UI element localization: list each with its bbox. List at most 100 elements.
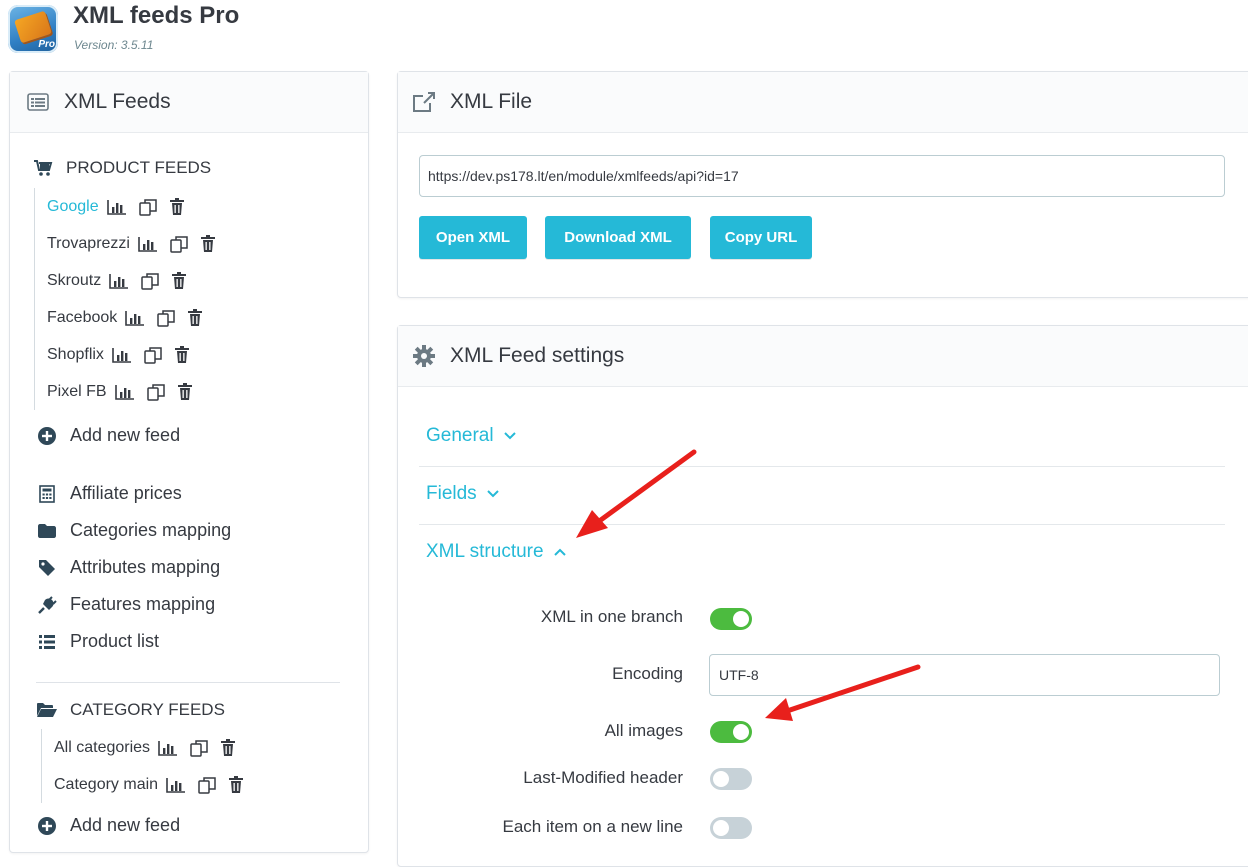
feed-item[interactable]: All categories bbox=[42, 729, 352, 766]
stats-icon[interactable] bbox=[166, 777, 186, 793]
stats-icon[interactable] bbox=[112, 347, 132, 363]
feed-item[interactable]: Pixel FB bbox=[35, 373, 355, 410]
stats-icon[interactable] bbox=[114, 384, 135, 400]
feed-item[interactable]: Trovaprezzi bbox=[35, 225, 355, 262]
duplicate-icon[interactable] bbox=[144, 346, 162, 364]
plus-circle-icon bbox=[36, 816, 58, 835]
add-feed-label[interactable]: Add new feed bbox=[70, 425, 180, 446]
trash-icon[interactable] bbox=[220, 738, 236, 757]
sidebar-item-label[interactable]: Features mapping bbox=[70, 594, 215, 615]
tag-icon bbox=[36, 559, 58, 577]
cart-icon bbox=[32, 159, 54, 177]
sidebar-links: Affiliate prices Categories mapping Attr… bbox=[36, 475, 356, 660]
trash-icon[interactable] bbox=[200, 234, 216, 253]
feed-name[interactable]: All categories bbox=[54, 739, 150, 757]
trash-icon[interactable] bbox=[174, 345, 190, 364]
open-xml-button[interactable]: Open XML bbox=[419, 216, 527, 259]
plus-circle-icon bbox=[36, 426, 58, 445]
stats-icon[interactable] bbox=[106, 199, 127, 215]
feed-name[interactable]: Skroutz bbox=[47, 272, 101, 290]
feed-item[interactable]: Google bbox=[35, 188, 355, 225]
duplicate-icon[interactable] bbox=[190, 739, 208, 757]
stats-icon[interactable] bbox=[125, 310, 145, 326]
feed-name[interactable]: Shopflix bbox=[47, 346, 104, 364]
xml-file-title: XML File bbox=[450, 90, 533, 113]
external-link-icon bbox=[412, 90, 436, 114]
add-category-feed-link[interactable]: Add new feed bbox=[36, 807, 180, 844]
stats-icon[interactable] bbox=[158, 740, 178, 756]
sidebar-item-label[interactable]: Affiliate prices bbox=[70, 483, 182, 504]
list-icon bbox=[36, 633, 58, 651]
toggle-knob bbox=[733, 724, 749, 740]
feed-item[interactable]: Skroutz bbox=[35, 262, 355, 299]
chevron-down-icon bbox=[503, 432, 516, 440]
feed-item[interactable]: Category main bbox=[42, 766, 352, 803]
feed-name[interactable]: Facebook bbox=[47, 309, 117, 327]
feed-name[interactable]: Google bbox=[47, 198, 99, 216]
toggle-knob bbox=[713, 771, 729, 787]
new-line-toggle[interactable] bbox=[710, 817, 752, 839]
feed-item[interactable]: Shopflix bbox=[35, 336, 355, 373]
feed-name[interactable]: Category main bbox=[54, 776, 158, 794]
feed-name[interactable]: Pixel FB bbox=[47, 383, 107, 401]
accordion-label[interactable]: XML structure bbox=[426, 541, 544, 563]
plug-icon bbox=[36, 595, 58, 614]
trash-icon[interactable] bbox=[171, 271, 187, 290]
all-images-label: All images bbox=[604, 721, 683, 740]
duplicate-icon[interactable] bbox=[141, 272, 159, 290]
duplicate-icon[interactable] bbox=[198, 776, 216, 794]
new-line-label: Each item on a new line bbox=[502, 817, 684, 836]
trash-icon[interactable] bbox=[228, 775, 244, 794]
xml-url-input[interactable] bbox=[419, 155, 1225, 197]
trash-icon[interactable] bbox=[187, 308, 203, 327]
accordion-label[interactable]: Fields bbox=[426, 483, 477, 505]
one-branch-toggle[interactable] bbox=[710, 608, 752, 630]
sidebar-item-label[interactable]: Attributes mapping bbox=[70, 557, 220, 578]
duplicate-icon[interactable] bbox=[170, 235, 188, 253]
chevron-down-icon bbox=[486, 490, 499, 498]
copy-url-button[interactable]: Copy URL bbox=[710, 216, 812, 259]
stats-icon[interactable] bbox=[138, 236, 158, 252]
settings-header: XML Feed settings bbox=[398, 326, 1248, 387]
download-xml-button[interactable]: Download XML bbox=[545, 216, 691, 259]
sidebar-item-attributes-mapping[interactable]: Attributes mapping bbox=[36, 549, 356, 586]
encoding-input[interactable] bbox=[709, 654, 1220, 696]
duplicate-icon[interactable] bbox=[146, 383, 165, 401]
accordion-divider bbox=[419, 524, 1225, 525]
sidebar-item-affiliate-prices[interactable]: Affiliate prices bbox=[36, 475, 356, 512]
accordion-general[interactable]: General bbox=[426, 425, 516, 447]
one-branch-label: XML in one branch bbox=[540, 607, 683, 626]
add-product-feed-link[interactable]: Add new feed bbox=[36, 417, 180, 454]
product-feeds-heading: PRODUCT FEEDS bbox=[32, 158, 211, 178]
sidebar-item-label[interactable]: Categories mapping bbox=[70, 520, 231, 541]
duplicate-icon[interactable] bbox=[157, 309, 176, 327]
accordion-xml-structure[interactable]: XML structure bbox=[426, 541, 566, 563]
folder-open-icon bbox=[36, 701, 58, 719]
calculator-icon bbox=[36, 484, 58, 503]
all-images-toggle[interactable] bbox=[710, 721, 752, 743]
category-feeds-label: CATEGORY FEEDS bbox=[70, 700, 225, 719]
sidebar-item-features-mapping[interactable]: Features mapping bbox=[36, 586, 356, 623]
sidebar-item-categories-mapping[interactable]: Categories mapping bbox=[36, 512, 356, 549]
category-feeds-heading: CATEGORY FEEDS bbox=[36, 700, 225, 720]
feed-item[interactable]: Facebook bbox=[35, 299, 355, 336]
duplicate-icon[interactable] bbox=[138, 198, 157, 216]
sidebar-item-label[interactable]: Product list bbox=[70, 631, 159, 652]
settings-title: XML Feed settings bbox=[450, 344, 625, 367]
product-feed-list: Google Trovaprezzi Skroutz Facebook Shop… bbox=[34, 188, 355, 410]
accordion-divider bbox=[419, 466, 1225, 467]
logo-badge: Pro bbox=[38, 39, 55, 50]
sidebar-item-product-list[interactable]: Product list bbox=[36, 623, 356, 660]
accordion-label[interactable]: General bbox=[426, 425, 494, 447]
add-feed-label[interactable]: Add new feed bbox=[70, 815, 180, 836]
app-version: Version: 3.5.11 bbox=[74, 38, 154, 52]
chevron-up-icon bbox=[553, 548, 566, 556]
trash-icon[interactable] bbox=[169, 197, 185, 216]
category-feed-list: All categories Category main bbox=[41, 729, 352, 803]
trash-icon[interactable] bbox=[177, 382, 193, 401]
stats-icon[interactable] bbox=[109, 273, 129, 289]
accordion-fields[interactable]: Fields bbox=[426, 483, 499, 505]
list-alt-icon bbox=[26, 90, 50, 114]
feed-name[interactable]: Trovaprezzi bbox=[47, 235, 130, 253]
last-modified-toggle[interactable] bbox=[710, 768, 752, 790]
